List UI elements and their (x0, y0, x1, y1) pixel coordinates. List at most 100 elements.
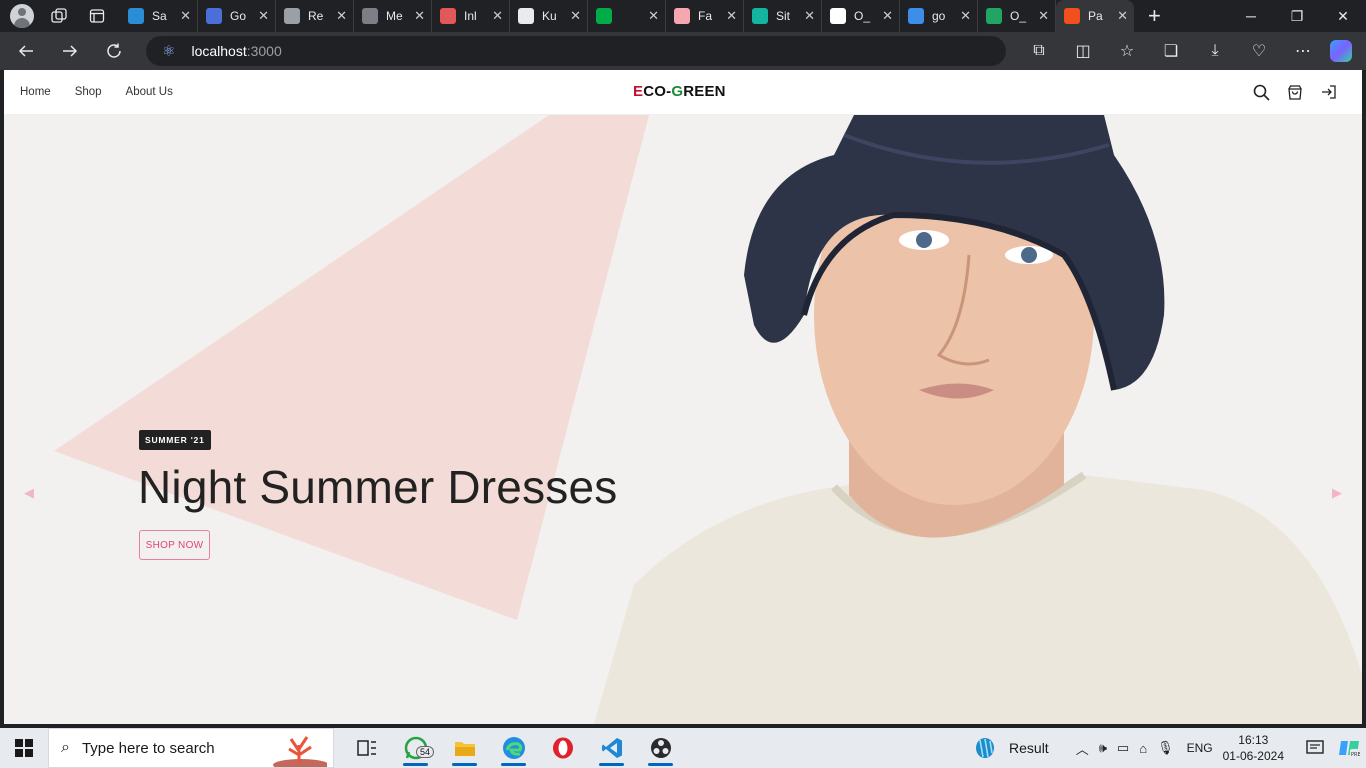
extensions-icon[interactable]: ⧉ (1022, 36, 1056, 66)
browser-toolbar: ⚛ localhost:3000 ⧉ ◫ ☆ ❏ ⤓ ♡ ⋯ (0, 32, 1366, 70)
notifications-icon[interactable] (1298, 728, 1332, 768)
split-screen-icon[interactable]: ◫ (1066, 36, 1100, 66)
browser-tab[interactable]: Go ✕ (198, 0, 276, 32)
tab-actions-icon[interactable] (84, 3, 110, 29)
collections-icon[interactable]: ❏ (1154, 36, 1188, 66)
copilot-icon[interactable] (1330, 40, 1352, 62)
browser-tab[interactable]: Ku ✕ (510, 0, 588, 32)
close-tab-icon[interactable]: ✕ (804, 8, 815, 24)
browser-tab[interactable]: Fa ✕ (666, 0, 744, 32)
nav-home-link[interactable]: Home (20, 86, 51, 98)
sheets-icon (986, 8, 1002, 24)
browser-tab[interactable]: O_ ✕ (822, 0, 900, 32)
browser-tab[interactable]: Pa ✕ (1056, 0, 1134, 32)
opera-icon[interactable] (538, 728, 587, 768)
toolbar-actions: ⧉ ◫ ☆ ❏ ⤓ ♡ ⋯ (1012, 36, 1352, 66)
search-icon[interactable] (1250, 81, 1272, 103)
volume-icon[interactable]: 🕪 (1099, 740, 1107, 756)
downloads-icon[interactable]: ⤓ (1198, 36, 1232, 66)
network-icon[interactable]: ⌂ (1139, 741, 1147, 756)
taskbar-search-placeholder: Type here to search (81, 739, 215, 757)
close-window-icon[interactable]: ✕ (1320, 0, 1366, 32)
restore-icon[interactable]: ❐ (1274, 0, 1320, 32)
profile-avatar[interactable] (10, 4, 34, 28)
close-tab-icon[interactable]: ✕ (570, 8, 581, 24)
system-tray: Result ︿ 🕪 ▭ ⌂ 🎙 ENG 16:13 01-06-2024 PR… (973, 728, 1366, 768)
github-icon (518, 8, 534, 24)
copilot-taskbar-icon[interactable]: PRE (1332, 728, 1366, 768)
windows-start-icon[interactable] (0, 728, 48, 768)
browser-tab[interactable]: Sa ✕ (120, 0, 198, 32)
close-tab-icon[interactable]: ✕ (492, 8, 503, 24)
docs-icon (206, 8, 222, 24)
browser-tab[interactable]: go ✕ (900, 0, 978, 32)
cricket-icon (976, 738, 995, 758)
browser-tab[interactable]: Sit ✕ (744, 0, 822, 32)
close-tab-icon[interactable]: ✕ (882, 8, 893, 24)
window-controls: ─ ❐ ✕ (1228, 0, 1366, 32)
obs-icon[interactable] (636, 728, 685, 768)
browser-tab[interactable]: ✕ (588, 0, 666, 32)
battery-icon[interactable]: ▭ (1117, 740, 1129, 756)
forward-icon[interactable] (52, 36, 88, 66)
url-host: localhost (191, 43, 247, 59)
minimize-icon[interactable]: ─ (1228, 0, 1274, 32)
clock[interactable]: 16:13 01-06-2024 (1223, 732, 1284, 764)
close-tab-icon[interactable]: ✕ (960, 8, 971, 24)
hero-headline: Night Summer Dresses (138, 461, 618, 513)
whatsapp-icon[interactable]: 54 (391, 728, 440, 768)
close-tab-icon[interactable]: ✕ (1038, 8, 1049, 24)
site-header-actions (1238, 81, 1340, 103)
browser-tab[interactable]: Me ✕ (354, 0, 432, 32)
file-explorer-icon[interactable] (440, 728, 489, 768)
vscode-icon[interactable] (587, 728, 636, 768)
browser-tab-title: O_ (854, 9, 871, 23)
close-tab-icon[interactable]: ✕ (180, 8, 191, 24)
cart-icon[interactable] (1284, 81, 1306, 103)
search-icon (908, 8, 924, 24)
back-icon[interactable] (8, 36, 44, 66)
favorites-icon[interactable]: ☆ (1110, 36, 1144, 66)
carousel-next-icon[interactable]: ▶ (1332, 485, 1342, 501)
weather-widget[interactable]: Result (973, 737, 1049, 759)
shop-now-button[interactable]: SHOP NOW (139, 530, 210, 560)
edge-icon[interactable] (489, 728, 538, 768)
model-photo (594, 115, 1362, 724)
more-icon[interactable]: ⋯ (1286, 36, 1320, 66)
microphone-icon[interactable]: 🎙 (1157, 740, 1174, 756)
close-tab-icon[interactable]: ✕ (1117, 8, 1128, 24)
task-view-icon[interactable] (342, 728, 391, 768)
screen: Sa ✕ Go ✕ Re ✕ Me ✕ Inl ✕ Ku ✕ ✕ Fa ✕ Sit ✕ O_ ✕ go ✕ O_ ✕ Pa ✕ … (0, 0, 1366, 768)
close-tab-icon[interactable]: ✕ (414, 8, 425, 24)
browser-tab-title: Sit (776, 9, 791, 23)
logo-part-co: CO- (643, 83, 672, 100)
close-tab-icon[interactable]: ✕ (726, 8, 737, 24)
browser-tab-title: Pa (1088, 9, 1103, 23)
browser-tab-title: go (932, 9, 946, 23)
performance-icon[interactable]: ♡ (1242, 36, 1276, 66)
browser-tab[interactable]: Re ✕ (276, 0, 354, 32)
language-indicator[interactable]: ENG (1187, 741, 1213, 755)
browser-tab[interactable]: O_ ✕ (978, 0, 1056, 32)
browser-tab[interactable]: Inl ✕ (432, 0, 510, 32)
refresh-icon[interactable] (96, 36, 132, 66)
chevron-up-icon[interactable]: ︿ (1076, 739, 1089, 758)
close-tab-icon[interactable]: ✕ (336, 8, 347, 24)
new-tab-button[interactable]: + (1148, 3, 1161, 29)
mail-icon (362, 8, 378, 24)
carousel-prev-icon[interactable]: ◀ (24, 485, 34, 501)
workspaces-icon[interactable] (46, 3, 72, 29)
nav-about-link[interactable]: About Us (126, 86, 173, 98)
page-icon (830, 8, 846, 24)
address-bar[interactable]: ⚛ localhost:3000 (146, 36, 1006, 66)
taskbar-search[interactable]: ⌕ Type here to search (48, 728, 334, 768)
login-icon[interactable] (1318, 81, 1340, 103)
nav-shop-link[interactable]: Shop (75, 86, 102, 98)
logo-letter-g: G (671, 83, 684, 100)
hero-banner: ◀ ▶ SUMMER '21 Night Summer Dresses SHOP… (4, 115, 1362, 724)
close-tab-icon[interactable]: ✕ (258, 8, 269, 24)
site-logo[interactable]: ECO-GREEN (633, 83, 726, 100)
browser-tab-title: Sa (152, 9, 167, 23)
close-tab-icon[interactable]: ✕ (648, 8, 659, 24)
season-badge: SUMMER '21 (139, 430, 211, 450)
